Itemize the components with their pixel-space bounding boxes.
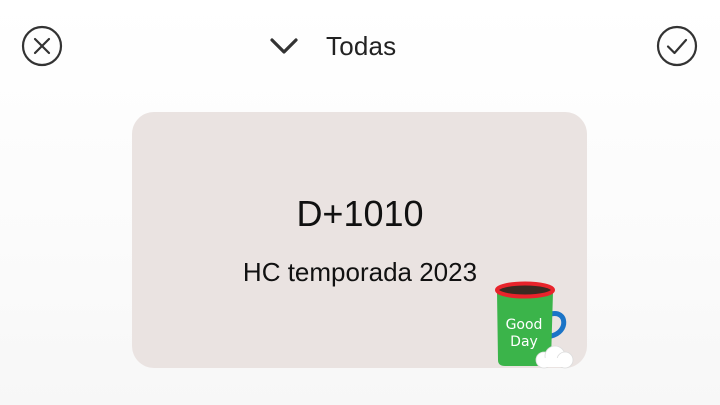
filter-dropdown[interactable]: Todas xyxy=(266,28,396,64)
close-circle-icon xyxy=(21,25,63,67)
top-toolbar: Todas xyxy=(0,0,720,90)
mug-text-line-1: Good xyxy=(506,317,543,333)
mug-text-line-2: Day xyxy=(510,334,538,350)
filter-label: Todas xyxy=(326,30,397,61)
dday-count: D+1010 xyxy=(296,193,424,234)
dday-title: HC temporada 2023 xyxy=(242,257,478,287)
close-button[interactable] xyxy=(20,24,64,68)
confirm-button[interactable] xyxy=(655,24,699,68)
check-circle-icon xyxy=(656,25,698,67)
coffee-mug-icon: Good Day xyxy=(493,280,579,370)
chevron-down-icon xyxy=(270,38,298,54)
